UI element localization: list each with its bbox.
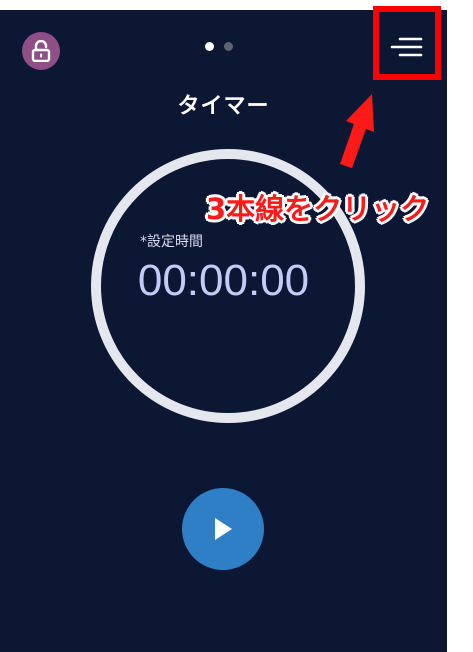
timer-display[interactable]: 00:00:00 [0, 256, 447, 306]
lock-icon [31, 40, 51, 62]
set-time-label: *設定時間 [140, 234, 203, 250]
page-indicator [205, 42, 233, 51]
page-dot[interactable] [224, 42, 233, 51]
start-button[interactable] [182, 488, 264, 570]
play-icon [215, 518, 232, 540]
lock-button[interactable] [22, 32, 60, 70]
annotation-arrow-icon [340, 94, 374, 168]
menu-highlight-box [373, 6, 441, 80]
annotation-text: 3本線をクリック [206, 192, 430, 226]
page-dot-active[interactable] [205, 42, 214, 51]
